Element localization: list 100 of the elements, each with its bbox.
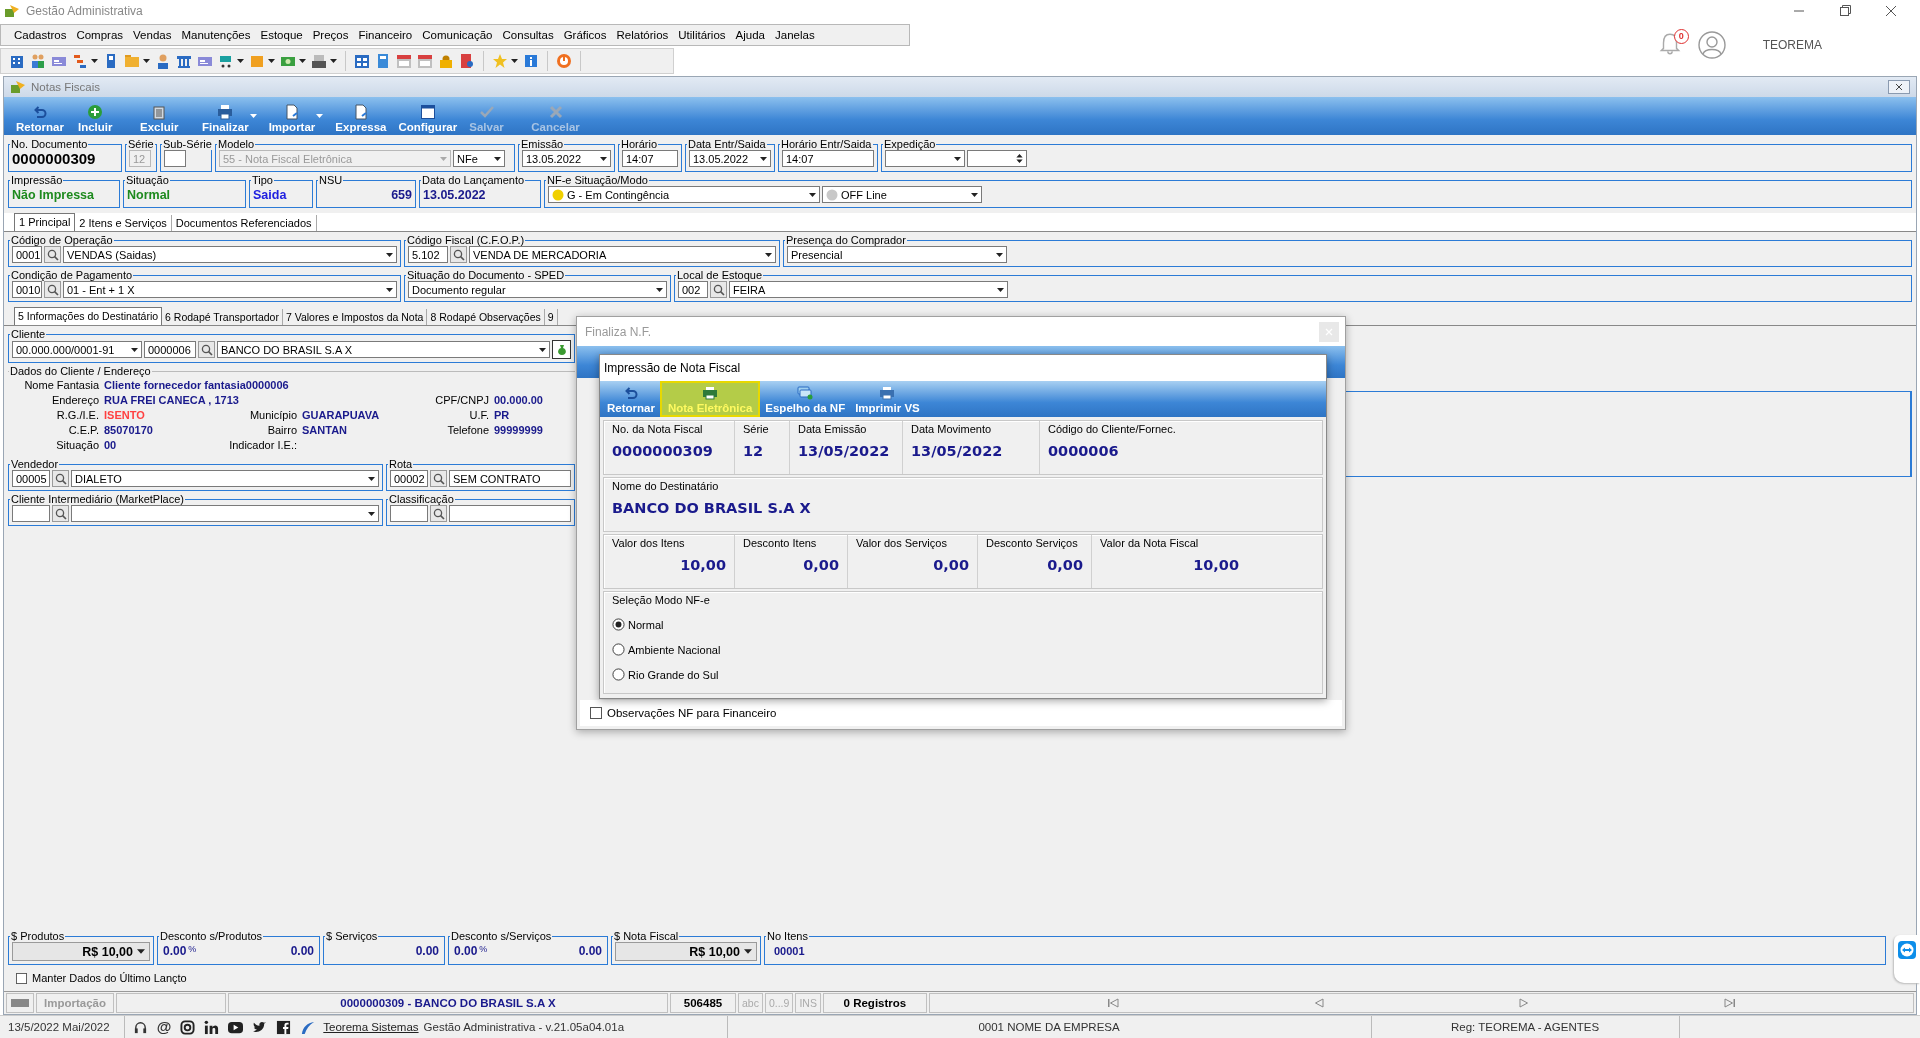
swoosh-icon[interactable] (300, 1019, 316, 1035)
email-link[interactable]: @ (156, 1019, 172, 1035)
time-field[interactable]: 14:07 (622, 150, 678, 167)
date-picker[interactable]: 13.05.2022 (522, 150, 611, 167)
tab[interactable]: 5 Informações do Destinatário (14, 307, 163, 325)
code-field[interactable]: 0001 (12, 246, 42, 263)
dropdown[interactable]: DIALETO (71, 470, 379, 487)
toolbar-button[interactable]: Espelho da NF (760, 381, 851, 417)
user-icon[interactable] (1696, 30, 1727, 60)
menu-item[interactable]: Janelas (770, 29, 820, 41)
toolbar-button[interactable]: Importar (262, 104, 330, 133)
tab[interactable]: 1 Principal (14, 213, 76, 231)
social-icon[interactable] (204, 1019, 220, 1035)
dropdown[interactable]: BANCO DO BRASIL S.A X (217, 341, 550, 358)
toolbar-button[interactable]: Finalizar (196, 104, 263, 133)
dropdown[interactable]: VENDA DE MERCADORIA (469, 246, 776, 263)
list-icon[interactable] (72, 53, 88, 69)
tab[interactable]: 8 Rodapé Observações (427, 309, 545, 325)
caret-icon[interactable] (299, 59, 306, 63)
search-button[interactable] (52, 505, 69, 522)
dropdown[interactable]: Presencial (787, 246, 1007, 263)
menu-item[interactable]: Utilitários (673, 29, 731, 41)
tab[interactable]: 6 Rodapé Transportador (162, 309, 283, 325)
previous-record-icon[interactable] (1312, 998, 1325, 1008)
dropdown[interactable] (885, 150, 965, 167)
money-bag-button[interactable] (552, 340, 571, 359)
register-icon[interactable] (311, 53, 327, 69)
menu-item[interactable]: Cadastros (9, 29, 72, 41)
toolbar-button[interactable]: Imprimir VS (850, 381, 925, 417)
caret-icon[interactable] (330, 59, 337, 63)
checkbox[interactable] (16, 972, 27, 984)
calendar-icon[interactable] (417, 53, 433, 69)
dropdown[interactable]: FEIRA (729, 281, 1008, 298)
dropdown[interactable]: Documento regular (408, 281, 667, 298)
menu-item[interactable]: Manutenções (176, 29, 256, 41)
date-picker[interactable]: 13.05.2022 (689, 150, 771, 167)
code-field[interactable]: 00005 (12, 470, 50, 487)
report-icon[interactable] (459, 53, 475, 69)
dropdown[interactable]: 00.000.000/0001-91 (12, 341, 142, 358)
person-icon[interactable] (155, 53, 171, 69)
toolbar-button[interactable]: Configurar (392, 104, 464, 133)
currency-dropdown[interactable]: R$ 10,00 (12, 942, 150, 961)
toolbar-button[interactable]: Retornar (602, 381, 660, 417)
bank-icon[interactable] (176, 53, 192, 69)
building-icon[interactable] (9, 53, 25, 69)
tab[interactable]: 9 (544, 309, 558, 325)
star-icon[interactable] (492, 53, 508, 69)
play-icon[interactable] (228, 1019, 244, 1035)
currency-dropdown[interactable]: R$ 10,00 (615, 942, 757, 961)
menu-item[interactable]: Estoque (255, 29, 308, 41)
people-icon[interactable] (30, 53, 46, 69)
tab[interactable]: Documentos Referenciados (171, 215, 317, 231)
code-field[interactable]: 0010 (12, 281, 42, 298)
search-button[interactable] (710, 281, 727, 298)
search-button[interactable] (450, 246, 467, 263)
dropdown[interactable]: 01 - Ent + 1 X (63, 281, 397, 298)
search-button[interactable] (430, 505, 447, 522)
first-record-icon[interactable] (1106, 998, 1119, 1008)
text-field[interactable]: SEM CONTRATO (449, 470, 571, 487)
search-button[interactable] (52, 470, 69, 487)
caret-icon[interactable] (143, 59, 150, 63)
next-record-icon[interactable] (1518, 998, 1531, 1008)
calculator-icon[interactable] (375, 53, 391, 69)
radio-button[interactable] (612, 618, 625, 631)
dropdown[interactable] (71, 505, 379, 522)
toolbar-button[interactable]: Excluir (134, 104, 196, 133)
dropdown[interactable]: VENDAS (Saidas) (63, 246, 397, 263)
close-button[interactable] (1888, 80, 1910, 94)
radio-button[interactable] (612, 643, 625, 656)
code-field[interactable]: 5.102 (408, 246, 448, 263)
table-icon[interactable] (354, 53, 370, 69)
code-field[interactable]: 0000006 (144, 341, 196, 358)
lock-icon[interactable] (438, 53, 454, 69)
menu-item[interactable]: Financeiro (353, 29, 418, 41)
camera-icon[interactable] (180, 1019, 196, 1035)
tab[interactable]: 2 Itens e Serviços (75, 215, 172, 231)
menu-item[interactable]: Consultas (497, 29, 559, 41)
side-tab[interactable] (1894, 935, 1920, 983)
code-field[interactable]: 002 (678, 281, 708, 298)
power-icon[interactable] (556, 53, 572, 69)
text-field[interactable] (449, 505, 571, 522)
caret-icon[interactable] (237, 59, 244, 63)
radio-button[interactable] (612, 668, 625, 681)
menu-item[interactable]: Compras (71, 29, 129, 41)
search-button[interactable] (44, 246, 61, 263)
toolbar-button[interactable]: Retornar (10, 104, 72, 133)
last-record-icon[interactable] (1724, 998, 1737, 1008)
tab[interactable]: 7 Valores e Impostos da Nota (282, 309, 428, 325)
cart-icon[interactable] (218, 53, 234, 69)
search-button[interactable] (44, 281, 61, 298)
menu-item[interactable]: Preços (307, 29, 354, 41)
toolbar-button[interactable]: Incluir (72, 104, 134, 133)
code-field[interactable] (12, 505, 50, 522)
toolbar-button[interactable]: Expressa (329, 104, 393, 133)
dropdown[interactable]: G - Em Contingência (548, 186, 820, 203)
menu-item[interactable]: Ajuda (730, 29, 770, 41)
menu-item[interactable]: Relatórios (611, 29, 674, 41)
spin-field[interactable] (967, 150, 1027, 167)
website-link[interactable]: Teorema Sistemas (323, 1021, 419, 1033)
menu-item[interactable]: Comunicação (417, 29, 498, 41)
